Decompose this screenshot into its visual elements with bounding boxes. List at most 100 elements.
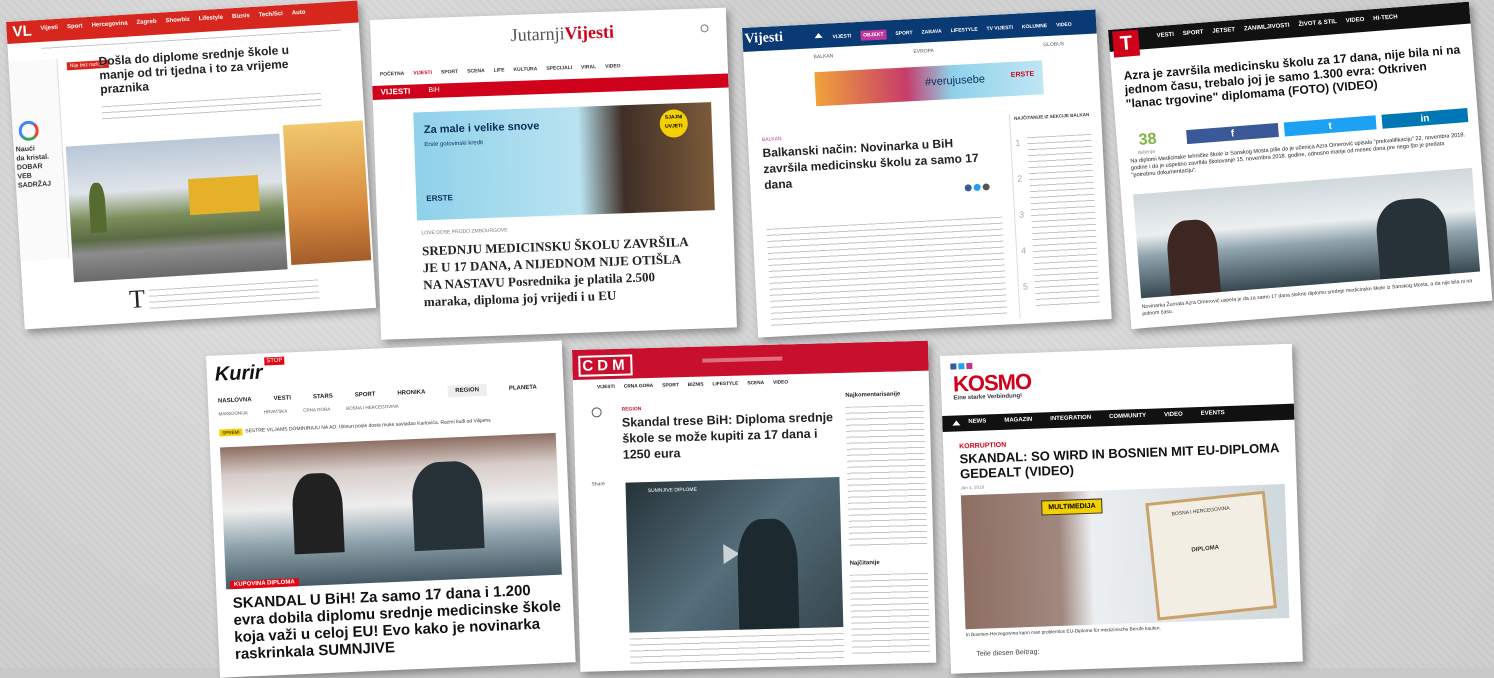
telegraf-nav-item[interactable]: JETSET: [1212, 27, 1235, 35]
vl-nav-item[interactable]: Biznis: [232, 13, 250, 20]
kurir-photo[interactable]: [220, 432, 562, 590]
jutarnji-section[interactable]: VIJESTI: [380, 87, 410, 97]
home-icon[interactable]: [814, 32, 823, 39]
article-card-kosmo[interactable]: KOSMO Eine starke Verbindung! NEWS MAGAZI…: [940, 343, 1303, 674]
telegraf-photo[interactable]: [1132, 167, 1481, 299]
kosmo-nav-item[interactable]: INTEGRATION: [1050, 415, 1091, 422]
vijesti-sub-mid[interactable]: EVROPA: [913, 48, 934, 55]
vl-nav-item[interactable]: Lifestyle: [199, 15, 224, 22]
jutarnji-nav-item[interactable]: KULTURA: [513, 66, 537, 73]
article-card-kurir[interactable]: Kurir STOP NASLOVNA VESTI STARS SPORT HRONIK…: [206, 340, 576, 678]
jutarnji-nav-item[interactable]: SPORT: [441, 69, 458, 76]
vl-nav-item[interactable]: Hercegovina: [91, 21, 127, 29]
jutarnji-nav-item[interactable]: VIRAL: [581, 64, 596, 71]
jutarnji-nav-item[interactable]: LIFE: [494, 67, 505, 73]
kosmo-nav-item[interactable]: VIDEO: [1164, 412, 1183, 419]
jutarnji-nav-item[interactable]: SCENA: [467, 68, 485, 75]
share-icon[interactable]: [973, 183, 981, 192]
telegraf-nav-item[interactable]: HI-TECH: [1373, 14, 1398, 22]
kurir-nav-item[interactable]: NASLOVNA: [218, 397, 252, 404]
twitter-icon[interactable]: t: [1283, 115, 1377, 137]
kosmo-nav-item[interactable]: EVENTS: [1201, 410, 1225, 417]
jutarnji-sub[interactable]: BiH: [428, 87, 440, 94]
vl-street-photo[interactable]: [65, 133, 288, 283]
telegraf-nav-item[interactable]: ZANIMLJIVOSTI: [1244, 23, 1290, 33]
vl-nav-item[interactable]: Showbiz: [165, 17, 190, 24]
vl-side-ad-photo[interactable]: [282, 120, 372, 266]
share-icon[interactable]: [982, 183, 990, 191]
kurir-nav-item[interactable]: SPORT: [355, 392, 376, 399]
vl-nav-item[interactable]: Tech/Sci: [259, 11, 284, 18]
kurir-nav-item[interactable]: REGION: [447, 383, 488, 398]
jutarnji-headline[interactable]: SREDNJU MEDICINSKU ŠKOLU ZAVRŠILA JE U 1…: [422, 233, 694, 310]
home-icon[interactable]: [952, 420, 961, 426]
telegraf-nav-item[interactable]: SPORT: [1183, 30, 1204, 38]
vijesti-nav-item[interactable]: TV VIJESTI: [986, 25, 1013, 32]
kosmo-headline[interactable]: SKANDAL: SO WIRD IN BOSNIEN MIT EU-DIPLO…: [959, 440, 1290, 481]
cdm-nav-item[interactable]: BIZNIS: [688, 383, 704, 388]
cdm-nav-item[interactable]: LIFESTYLE: [712, 382, 738, 388]
vijesti-nav-item[interactable]: VIJESTI: [832, 33, 851, 40]
cdm-header-search[interactable]: [702, 356, 783, 363]
kurir-sub-item[interactable]: BOSNA I HERCEGOVINA: [346, 404, 399, 411]
kosmo-photo[interactable]: MULTIMEDIJA BOSNA I HERCEGOVINA DIPLOMA: [960, 484, 1290, 630]
cdm-nav-item[interactable]: VIDEO: [773, 380, 788, 385]
kurir-headline[interactable]: SKANDAL U BiH! Za samo 17 dana i 1.200 e…: [232, 581, 565, 663]
jutarnji-logo[interactable]: JutarnjiVijesti: [510, 22, 614, 47]
kosmo-nav-item[interactable]: NEWS: [968, 418, 986, 425]
telegraf-nav-item[interactable]: VESTI: [1156, 32, 1174, 39]
cdm-nav-item[interactable]: SPORT: [662, 383, 679, 388]
cdm-headline[interactable]: Skandal trese BiH: Diploma srednje škole…: [622, 409, 837, 463]
vijesti-nav-item[interactable]: SPORT: [895, 30, 913, 37]
social-icon[interactable]: [958, 363, 965, 370]
cdm-nav-item[interactable]: CRNA GORA: [624, 384, 654, 390]
jutarnji-nav-item[interactable]: VIDEO: [605, 63, 621, 70]
linkedin-icon[interactable]: in: [1381, 108, 1469, 129]
vijesti-nav-item[interactable]: KOLUMNE: [1022, 23, 1048, 30]
facebook-icon[interactable]: f: [1186, 122, 1279, 145]
share-icon[interactable]: [964, 184, 972, 192]
cdm-share[interactable]: Share: [591, 481, 604, 487]
jutarnji-nav-item[interactable]: SPECIJALI: [546, 65, 572, 72]
vijesti-nav-item[interactable]: LIFESTYLE: [951, 27, 978, 34]
jutarnji-nav-item[interactable]: POČETNA: [380, 71, 405, 78]
cdm-nav-item[interactable]: SCENA: [747, 381, 764, 386]
kurir-nav-item[interactable]: VESTI: [273, 395, 291, 402]
vijesti-logo[interactable]: Vijesti: [744, 30, 783, 48]
cdm-nav-item[interactable]: VIJESTI: [597, 385, 615, 390]
jutarnji-ad-banner[interactable]: Za male i velike snove Erste gotovinski …: [413, 102, 715, 221]
cdm-logo[interactable]: CDM: [578, 354, 633, 377]
vijesti-nav-item[interactable]: VIDEO: [1056, 22, 1072, 29]
telegraf-nav-item[interactable]: ŽIVOT & STIL: [1298, 19, 1337, 28]
telegraf-nav-item[interactable]: VIDEO: [1346, 17, 1365, 24]
kurir-logo[interactable]: Kurir: [214, 362, 263, 387]
kurir-nav-item[interactable]: STARS: [313, 394, 333, 401]
kosmo-nav-item[interactable]: MAGAZIN: [1004, 417, 1032, 424]
kurir-nav-item[interactable]: HRONIKA: [397, 389, 425, 396]
social-icon[interactable]: [966, 362, 973, 370]
kurir-ticker[interactable]: SESTRE VILJAMS DOMINIRAJU NA AO: Ištinur…: [245, 418, 491, 435]
vijesti-nav-item[interactable]: OBJEKT: [859, 29, 887, 41]
vijesti-sub-right[interactable]: GLOBUS: [1043, 41, 1064, 48]
search-icon[interactable]: [700, 24, 709, 33]
vl-nav-item[interactable]: Auto: [292, 10, 306, 17]
jutarnji-nav-item[interactable]: VIJESTI: [413, 70, 432, 77]
vl-headline[interactable]: Došla do diplome srednje škole u manje o…: [98, 42, 300, 97]
kurir-nav-item[interactable]: PLANETA: [509, 385, 537, 392]
vl-nav-item[interactable]: Vijesti: [40, 25, 58, 32]
telegraf-headline[interactable]: Azra je završila medicinsku školu za 17 …: [1123, 42, 1465, 110]
social-icon[interactable]: [950, 363, 957, 370]
kurir-sub-item[interactable]: CRNA GORA: [303, 407, 330, 413]
telegraf-logo[interactable]: T: [1112, 29, 1141, 58]
vijesti-sub-left[interactable]: BALKAN: [813, 53, 833, 60]
vijesti-ad-banner[interactable]: #verujusebe ERSTE: [814, 60, 1044, 107]
cdm-video[interactable]: SUMNJIVE DIPLOME: [625, 477, 844, 633]
kosmo-nav-item[interactable]: COMMUNITY: [1109, 413, 1146, 420]
article-card-vl[interactable]: VL Vijesti Sport Hercegovina Zagreb Showbiz L…: [6, 0, 377, 330]
vijesti-nav-item[interactable]: ZABAVA: [921, 29, 941, 36]
vl-nav-item[interactable]: Zagreb: [136, 19, 156, 26]
kurir-sub-item[interactable]: HRVATSKA: [264, 409, 288, 415]
article-card-jutarnji[interactable]: JutarnjiVijesti POČETNA VIJESTI SPORT SCENA…: [370, 7, 737, 340]
article-card-vijesti[interactable]: Vijesti VIJESTI OBJEKT SPORT ZABAVA LIFESTYL…: [742, 9, 1112, 338]
article-card-telegraf[interactable]: T VESTI SPORT JETSET ZANIMLJIVOSTI ŽIVOT & S…: [1108, 1, 1493, 330]
